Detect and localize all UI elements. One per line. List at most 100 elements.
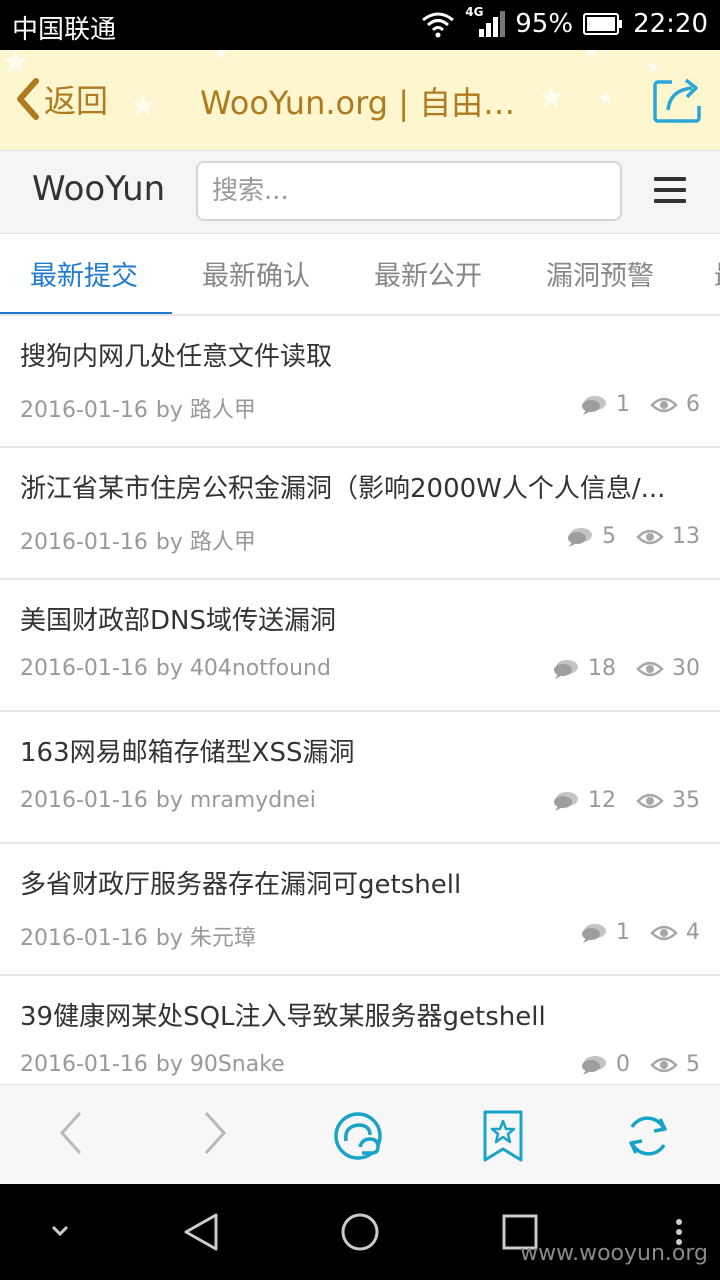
list-item[interactable]: 搜狗内网几处任意文件读取 2016-01-16 by 路人甲 1 6 bbox=[0, 316, 720, 448]
vulnerability-list: 搜狗内网几处任意文件读取 2016-01-16 by 路人甲 1 6 浙江省某市住房公积金… bbox=[0, 316, 720, 1084]
item-author: by mramydnei bbox=[155, 788, 316, 813]
item-title[interactable]: 浙江省某市住房公积金漏洞（影响2000W人个人信息/... bbox=[20, 468, 700, 505]
star-decoration: ★ bbox=[210, 50, 232, 66]
system-nav-bar: www.wooyun.org bbox=[0, 1184, 720, 1280]
item-meta: 2016-01-16 by 路人甲 bbox=[20, 392, 256, 424]
search-input[interactable] bbox=[196, 161, 622, 221]
tab-latest-submitted[interactable]: 最新提交 bbox=[30, 254, 138, 293]
comment-count: 0 bbox=[616, 1052, 630, 1077]
star-decoration: ★ bbox=[128, 86, 159, 126]
item-stats: 5 13 bbox=[566, 524, 700, 549]
site-brand[interactable]: WooYun bbox=[32, 169, 165, 209]
comment-icon bbox=[554, 659, 578, 679]
comment-count: 5 bbox=[602, 524, 616, 549]
eye-icon bbox=[650, 1057, 678, 1072]
list-item[interactable]: 163网易邮箱存储型XSS漏洞 2016-01-16 by mramydnei 12 3… bbox=[0, 712, 720, 844]
comment-count: 1 bbox=[616, 920, 630, 945]
item-title[interactable]: 美国财政部DNS域传送漏洞 bbox=[20, 600, 700, 637]
item-date: 2016-01-16 bbox=[20, 926, 148, 951]
item-title[interactable]: 163网易邮箱存储型XSS漏洞 bbox=[20, 732, 700, 769]
back-button[interactable]: 返回 bbox=[14, 76, 108, 122]
comment-icon bbox=[582, 923, 606, 943]
star-decoration: ★ bbox=[536, 78, 567, 118]
comment-count: 12 bbox=[588, 788, 616, 813]
chevron-down-icon[interactable] bbox=[50, 1224, 70, 1238]
list-item[interactable]: 39健康网某处SQL注入导致某服务器getshell 2016-01-16 by 9… bbox=[0, 976, 720, 1084]
tab-latest-public[interactable]: 最新公开 bbox=[374, 254, 482, 293]
eye-icon bbox=[650, 925, 678, 940]
item-meta: 2016-01-16 by 404notfound bbox=[20, 656, 331, 681]
browser-title-bar: ★ ★ ★ ★ ★ ★ ★ 返回 WooYun.org | 自由平台 bbox=[0, 50, 720, 150]
back-label: 返回 bbox=[44, 82, 109, 120]
site-header: WooYun bbox=[0, 150, 720, 234]
star-decoration: ★ bbox=[580, 50, 604, 66]
status-bar: 中国联通 4G 95% 22:20 bbox=[0, 0, 720, 50]
tab-overflow-hint[interactable]: 最 bbox=[714, 254, 720, 293]
item-author: by 朱元璋 bbox=[155, 926, 256, 951]
item-date: 2016-01-16 bbox=[20, 398, 148, 423]
tab-bar: 最新提交 最新确认 最新公开 漏洞预警 最 bbox=[0, 234, 720, 316]
comment-count: 1 bbox=[616, 392, 630, 417]
eye-icon bbox=[636, 793, 664, 808]
comment-icon bbox=[582, 395, 606, 415]
item-date: 2016-01-16 bbox=[20, 656, 148, 681]
tab-vulnerability-alert[interactable]: 漏洞预警 bbox=[546, 254, 654, 293]
back-arrow-icon[interactable] bbox=[56, 1109, 86, 1157]
item-author: by 90Snake bbox=[155, 1052, 285, 1077]
comment-icon bbox=[568, 527, 592, 547]
bookmark-star-icon[interactable] bbox=[482, 1109, 524, 1163]
list-item[interactable]: 美国财政部DNS域传送漏洞 2016-01-16 by 404notfound 18 3… bbox=[0, 580, 720, 712]
item-stats: 18 30 bbox=[552, 656, 700, 681]
item-title[interactable]: 搜狗内网几处任意文件读取 bbox=[20, 336, 700, 373]
list-item[interactable]: 浙江省某市住房公积金漏洞（影响2000W人个人信息/... 2016-01-16 b… bbox=[0, 448, 720, 580]
item-stats: 12 35 bbox=[552, 788, 700, 813]
eye-icon bbox=[636, 529, 664, 544]
share-icon[interactable] bbox=[652, 74, 706, 124]
view-count: 6 bbox=[686, 392, 700, 417]
comment-icon bbox=[582, 1055, 606, 1075]
item-title[interactable]: 多省财政厅服务器存在漏洞可getshell bbox=[20, 864, 700, 901]
item-meta: 2016-01-16 by 朱元璋 bbox=[20, 920, 256, 952]
item-stats: 05 bbox=[580, 1052, 700, 1077]
home-icon[interactable] bbox=[332, 1111, 388, 1163]
eye-icon bbox=[636, 661, 664, 676]
view-count: 13 bbox=[672, 524, 700, 549]
refresh-icon[interactable] bbox=[624, 1111, 672, 1161]
view-count: 30 bbox=[672, 656, 700, 681]
battery-icon bbox=[583, 13, 623, 35]
item-author: by 路人甲 bbox=[155, 398, 256, 423]
item-date: 2016-01-16 bbox=[20, 530, 148, 555]
item-stats: 16 bbox=[580, 392, 700, 417]
item-meta: 2016-01-16 by mramydnei bbox=[20, 788, 316, 813]
item-meta: 2016-01-16 by 90Snake bbox=[20, 1052, 285, 1077]
carrier-name: 中国联通 bbox=[12, 15, 117, 45]
page-title: WooYun.org | 自由平台 bbox=[200, 84, 530, 122]
tab-latest-confirmed[interactable]: 最新确认 bbox=[202, 254, 310, 293]
wifi-icon bbox=[422, 12, 455, 38]
forward-arrow-icon[interactable] bbox=[200, 1109, 230, 1157]
nav-home-circle-icon[interactable] bbox=[340, 1212, 380, 1252]
comment-count: 18 bbox=[588, 656, 616, 681]
view-count: 4 bbox=[686, 920, 700, 945]
item-stats: 14 bbox=[580, 920, 700, 945]
eye-icon bbox=[650, 397, 678, 412]
view-count: 35 bbox=[672, 788, 700, 813]
item-date: 2016-01-16 bbox=[20, 788, 148, 813]
clock: 22:20 bbox=[633, 9, 708, 39]
watermark: www.wooyun.org bbox=[520, 1241, 708, 1266]
hamburger-menu-icon[interactable] bbox=[654, 177, 686, 205]
comment-icon bbox=[554, 791, 578, 811]
browser-toolbar bbox=[0, 1084, 720, 1184]
item-title[interactable]: 39健康网某处SQL注入导致某服务器getshell bbox=[20, 996, 700, 1033]
list-item[interactable]: 多省财政厅服务器存在漏洞可getshell 2016-01-16 by 朱元璋 1 4 bbox=[0, 844, 720, 976]
item-author: by 路人甲 bbox=[155, 530, 256, 555]
star-decoration: ★ bbox=[596, 86, 616, 111]
chevron-left-icon bbox=[17, 78, 39, 120]
battery-percent: 95% bbox=[515, 9, 574, 39]
signal-icon: 4G bbox=[465, 5, 506, 39]
item-date: 2016-01-16 bbox=[20, 1052, 148, 1077]
item-meta: 2016-01-16 by 路人甲 bbox=[20, 524, 256, 556]
item-author: by 404notfound bbox=[155, 656, 331, 681]
nav-back-triangle-icon[interactable] bbox=[182, 1212, 220, 1252]
view-count: 5 bbox=[686, 1052, 700, 1077]
